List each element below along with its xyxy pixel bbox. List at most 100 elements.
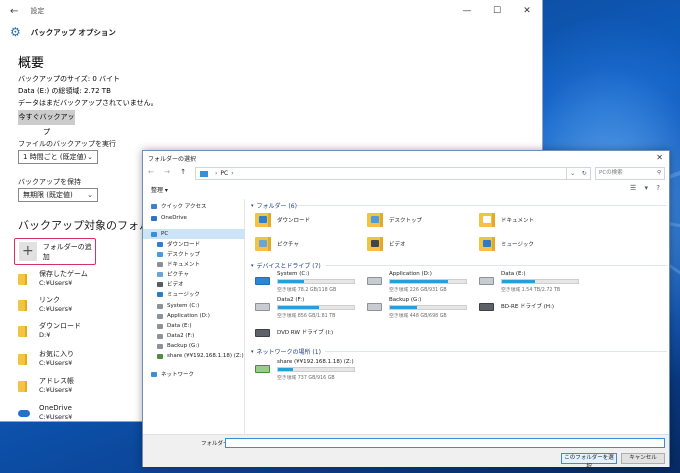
- backup-now-button[interactable]: 今すぐバックアップ: [18, 110, 75, 136]
- group-header-folders[interactable]: ▾ フォルダー (6): [251, 201, 297, 211]
- back-forward-icon[interactable]: ← →: [148, 168, 174, 176]
- sidebar-item[interactable]: ピクチャ: [143, 269, 245, 279]
- sidebar-item[interactable]: Backup (G:): [143, 341, 245, 351]
- nav-buttons: ← → ↑: [148, 168, 190, 176]
- add-folder-label: フォルダーの追加: [42, 242, 92, 261]
- nav-item-icon: [157, 333, 163, 339]
- folder-icon: [255, 213, 271, 227]
- folder-tile-label: ビデオ: [389, 242, 406, 248]
- folder-item[interactable]: リンク C:¥Users¥: [18, 294, 72, 316]
- sidebar-item[interactable]: ミュージック: [143, 289, 245, 299]
- folder-name: お気に入り: [39, 350, 74, 358]
- drive-name: Application (D:): [389, 271, 432, 277]
- folder-tile[interactable]: ダウンロード: [255, 213, 310, 227]
- sidebar-item-label: ダウンロード: [167, 242, 201, 248]
- folder-tile[interactable]: ドキュメント: [479, 213, 534, 227]
- folder-item[interactable]: ダウンロード D:¥: [18, 320, 81, 342]
- organize-menu[interactable]: 整理 ▾: [151, 185, 168, 194]
- sidebar-item[interactable]: ビデオ: [143, 279, 245, 289]
- breadcrumb-pc[interactable]: PC: [220, 170, 228, 177]
- folder-tile[interactable]: ピクチャ: [255, 237, 299, 251]
- drive-tile[interactable]: Application (D:) 空き領域 226 GB/931 GB: [367, 271, 482, 293]
- sidebar-item[interactable]: デスクトップ: [143, 249, 245, 259]
- dialog-toolbar: 整理 ▾ ☰ ▾ ?: [143, 183, 671, 197]
- folder-icon: [479, 237, 495, 251]
- nav-item-icon: [151, 371, 157, 377]
- select-folder-button[interactable]: このフォルダーを選択: [561, 453, 617, 470]
- keep-duration-select[interactable]: 無期限 (既定値) ⌄: [18, 188, 98, 202]
- folder-item[interactable]: お気に入り C:¥Users¥: [18, 348, 74, 370]
- group-header-network[interactable]: ▾ ネットワークの場所 (1): [251, 347, 321, 357]
- address-bar[interactable]: › PC ›: [195, 167, 567, 180]
- address-actions: ⌄ ↻: [567, 167, 591, 180]
- plus-icon: +: [19, 242, 37, 261]
- close-icon[interactable]: ✕: [656, 153, 663, 162]
- folder-item[interactable]: OneDrive C:¥Users¥: [18, 402, 72, 421]
- sidebar-item[interactable]: OneDrive: [143, 213, 245, 223]
- drive-name: BD-RE ドライブ (H:): [501, 304, 555, 310]
- folder-icon: [367, 237, 383, 251]
- sidebar-item-label: OneDrive: [161, 215, 187, 221]
- view-options-icon[interactable]: ☰ ▾ ?: [630, 184, 663, 192]
- folder-name: OneDrive: [39, 404, 72, 412]
- sidebar-item-label: ミュージック: [167, 292, 200, 298]
- sidebar-item[interactable]: Data2 (F:): [143, 331, 245, 341]
- folder-field[interactable]: [225, 438, 665, 448]
- drive-usage-bar: [389, 305, 467, 310]
- add-folder-button[interactable]: + フォルダーの追加: [14, 238, 96, 265]
- folder-item[interactable]: 保存したゲーム C:¥Users¥: [18, 268, 88, 290]
- sidebar-item-label: ビデオ: [167, 282, 184, 288]
- divider: [297, 205, 667, 206]
- search-input[interactable]: PCの検索 ⚲: [595, 167, 665, 180]
- group-label: ネットワークの場所 (1): [256, 349, 321, 356]
- drive-tile[interactable]: Data2 (F:) 空き領域 856 GB/1.81 TB: [255, 297, 370, 319]
- hard-drive-icon: [255, 277, 270, 285]
- drive-name: Data (E:): [501, 271, 526, 277]
- sidebar-item[interactable]: Application (D:): [143, 311, 245, 321]
- folder-tile[interactable]: デスクトップ: [367, 213, 422, 227]
- drive-usage-bar: [501, 279, 579, 284]
- sidebar-item[interactable]: ダウンロード: [143, 239, 245, 249]
- sidebar-item[interactable]: クイック アクセス: [143, 201, 245, 211]
- folder-tile[interactable]: ミュージック: [479, 237, 534, 251]
- sidebar-item[interactable]: Data (E:): [143, 321, 245, 331]
- drive-tile[interactable]: Data (E:) 空き領域 1.54 TB/2.72 TB: [479, 271, 594, 293]
- drive-usage-bar: [389, 279, 467, 284]
- minimize-button[interactable]: —: [452, 0, 482, 22]
- sidebar-item[interactable]: ドキュメント: [143, 259, 245, 269]
- up-arrow-icon[interactable]: ↑: [180, 168, 190, 176]
- sidebar-item[interactable]: ネットワーク: [143, 369, 245, 379]
- back-arrow-icon[interactable]: ←: [10, 6, 18, 17]
- sidebar-item[interactable]: PC: [143, 229, 245, 239]
- nav-item-icon: [157, 323, 163, 329]
- drive-usage-fill: [390, 280, 448, 283]
- folder-overlay-icon: [259, 240, 267, 247]
- maximize-button[interactable]: ☐: [482, 0, 512, 22]
- folder-icon: [18, 325, 27, 337]
- drive-tile[interactable]: DVD RW ドライブ (I:): [255, 323, 370, 345]
- cancel-button[interactable]: キャンセル: [621, 453, 665, 464]
- drive-tile[interactable]: BD-RE ドライブ (H:): [479, 297, 594, 319]
- refresh-icon[interactable]: ↻: [582, 170, 587, 177]
- drive-tile[interactable]: System (C:) 空き領域 78.2 GB/118 GB: [255, 271, 370, 293]
- collapse-icon: ▾: [251, 202, 254, 209]
- folder-tile[interactable]: ビデオ: [367, 237, 406, 251]
- chevron-down-icon[interactable]: ⌄: [570, 170, 575, 177]
- nav-item-icon: [157, 313, 163, 319]
- group-header-drives[interactable]: ▾ デバイスとドライブ (7): [251, 261, 321, 271]
- close-button[interactable]: ✕: [512, 0, 542, 22]
- folder-overlay-icon: [371, 240, 379, 247]
- network-drive-tile[interactable]: share (¥¥192.168.1.18) (Z:) 空き領域 737 GB/…: [255, 359, 370, 381]
- keep-duration-value: 無期限 (既定値): [23, 191, 73, 199]
- folder-overlay-icon: [371, 216, 379, 223]
- sidebar-item[interactable]: System (C:): [143, 301, 245, 311]
- sidebar-item[interactable]: share (¥¥192.168.1.18) (Z:): [143, 351, 245, 361]
- drive-tile[interactable]: Backup (G:) 空き領域 448 GB/698 GB: [367, 297, 482, 319]
- folder-icon: [479, 213, 495, 227]
- folder-name: アドレス帳: [39, 377, 74, 385]
- folder-item[interactable]: アドレス帳 C:¥Users¥: [18, 375, 74, 397]
- run-frequency-select[interactable]: 1 時間ごと (既定値) ⌄: [18, 150, 98, 164]
- run-backup-label: ファイルのバックアップを実行: [18, 140, 116, 148]
- folder-tile-label: ミュージック: [501, 242, 534, 248]
- run-frequency-value: 1 時間ごと (既定値): [23, 153, 87, 161]
